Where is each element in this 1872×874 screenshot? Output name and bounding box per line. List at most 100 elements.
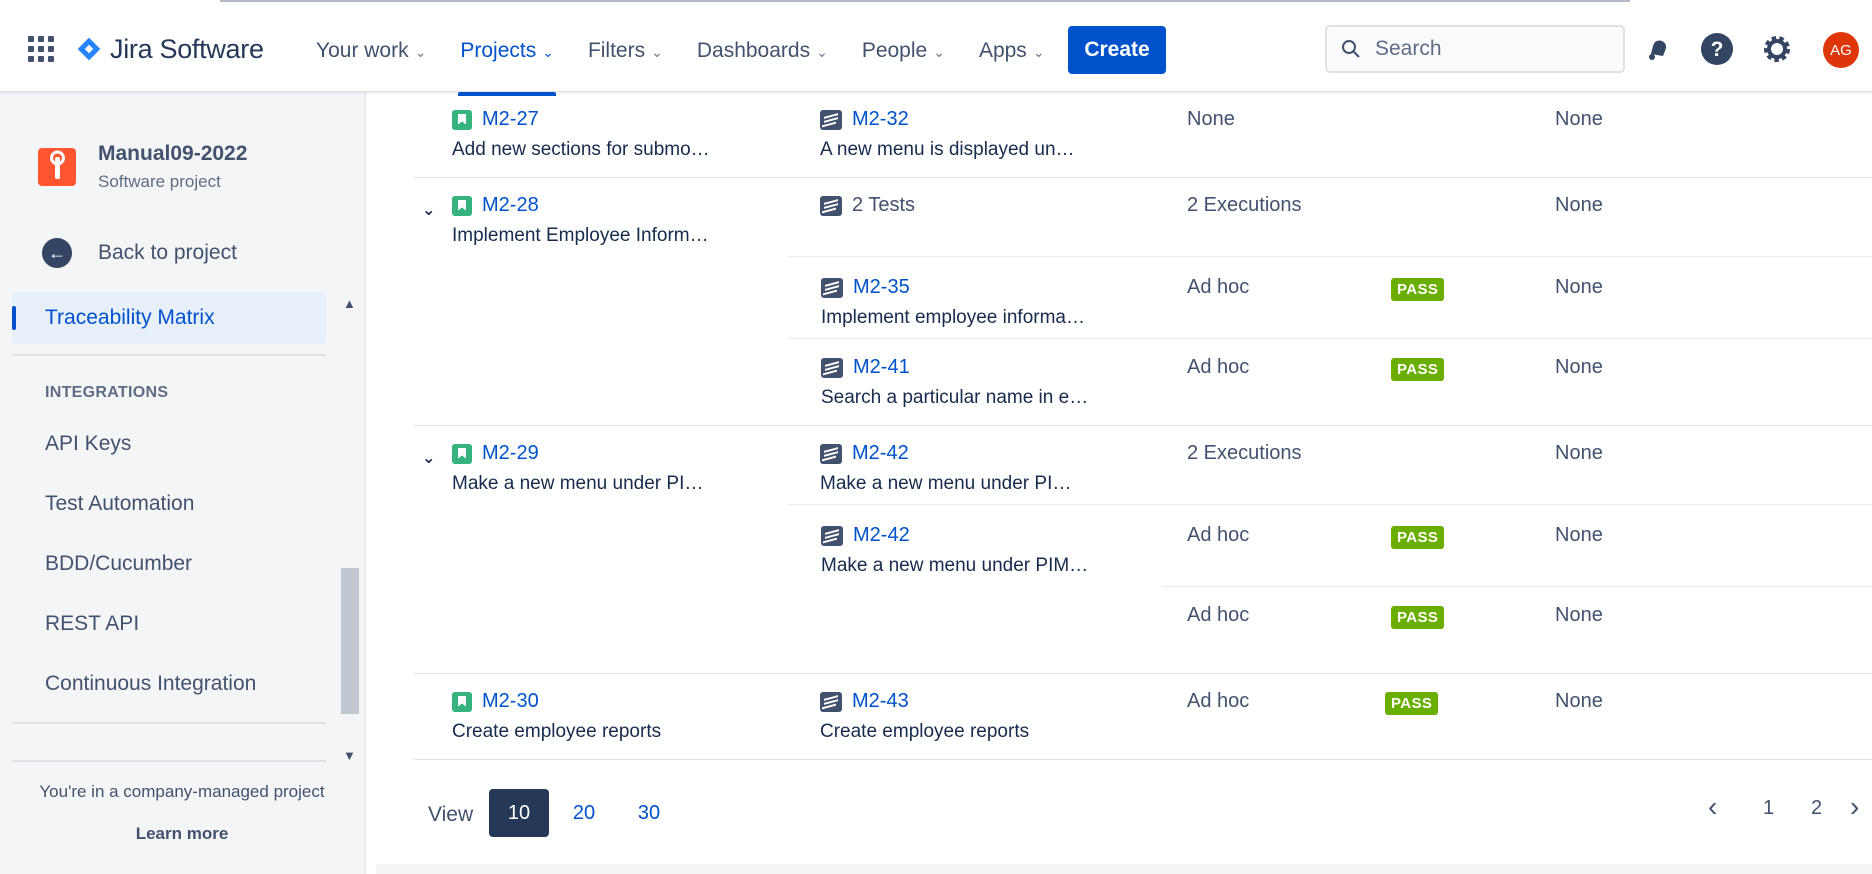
sidebar-item-test-automation[interactable]: Test Automation: [12, 478, 326, 530]
divider: [788, 256, 1872, 257]
test-key: M2-35: [853, 276, 910, 298]
svg-text:?: ?: [1711, 38, 1724, 61]
test-key-link[interactable]: M2-32: [820, 108, 1110, 131]
requirement-cell: M2-30 Create employee reports: [452, 690, 742, 743]
status-badge[interactable]: PASS: [1391, 358, 1445, 381]
app-switcher-icon[interactable]: [28, 36, 62, 62]
divider: [788, 504, 1872, 505]
test-key-link[interactable]: M2-43: [820, 690, 1110, 713]
create-button[interactable]: Create: [1068, 26, 1166, 74]
next-page-icon[interactable]: ›: [1850, 791, 1859, 823]
nav-projects[interactable]: Projects ⌄: [454, 19, 560, 96]
page-size-10[interactable]: 10: [489, 789, 549, 837]
nav-people[interactable]: People ⌄: [856, 19, 951, 83]
test-key-link[interactable]: M2-35: [821, 276, 1111, 299]
back-label: Back to project: [98, 241, 237, 264]
status-badge[interactable]: PASS: [1391, 278, 1445, 301]
test-cell: M2-35 Implement employee informa…: [821, 276, 1111, 329]
test-cell: M2-32 A new menu is displayed un…: [820, 108, 1110, 161]
notifications-icon[interactable]: [1640, 31, 1676, 67]
traceability-matrix: M2-27 Add new sections for submo… M2-32 …: [366, 92, 1872, 874]
test-key-link[interactable]: M2-42: [820, 442, 1110, 465]
sidebar-item-bdd-cucumber[interactable]: BDD/Cucumber: [12, 538, 326, 590]
execution-cell: Ad hoc: [1187, 524, 1250, 546]
test-cell: M2-42 Make a new menu under PIM…: [821, 524, 1111, 577]
pass-label: PASS: [1391, 278, 1445, 301]
test-summary: Search a particular name in e…: [821, 387, 1089, 408]
matrix-row: M2-30 Create employee reports M2-43 Crea…: [414, 674, 1872, 760]
defects-cell: None: [1555, 524, 1603, 546]
requirement-key-link[interactable]: M2-27: [452, 108, 742, 131]
project-name: Manual09-2022: [98, 142, 248, 165]
test-key-link[interactable]: M2-42: [821, 524, 1111, 547]
requirement-key-link[interactable]: M2-28: [452, 194, 742, 217]
requirement-key-link[interactable]: M2-30: [452, 690, 742, 713]
search-input[interactable]: [1375, 37, 1595, 61]
pagination-bar: View 10 20 30 ‹ 1 2 ›: [366, 789, 1872, 845]
scroll-up-icon[interactable]: ▲: [343, 296, 356, 311]
help-icon[interactable]: ?: [1699, 31, 1735, 67]
execution-cell: Ad hoc: [1187, 276, 1250, 298]
test-cell: M2-43 Create employee reports: [820, 690, 1110, 743]
story-icon: [452, 691, 472, 712]
sidebar-item-api-keys[interactable]: API Keys: [12, 418, 326, 470]
divider: [788, 338, 1872, 339]
search-box[interactable]: [1325, 25, 1625, 73]
defects-cell: None: [1555, 356, 1603, 378]
execution-cell: Ad hoc: [1187, 604, 1250, 626]
divider: [1162, 586, 1872, 587]
previous-page-icon[interactable]: ‹: [1708, 791, 1717, 823]
sidebar-item-traceability-matrix[interactable]: Traceability Matrix: [12, 292, 326, 344]
requirement-key-link[interactable]: M2-29: [452, 442, 742, 465]
learn-more-link[interactable]: Learn more: [0, 824, 364, 844]
requirement-key: M2-27: [482, 108, 539, 130]
status-badge[interactable]: PASS: [1391, 606, 1445, 629]
executions-count: 2 Executions: [1187, 194, 1302, 216]
project-header[interactable]: Manual09-2022 Software project: [38, 142, 247, 192]
test-icon: [820, 195, 842, 216]
page-1-link[interactable]: 1: [1763, 797, 1774, 820]
defects-cell: None: [1555, 108, 1603, 130]
jira-logo[interactable]: Jira Software: [76, 31, 264, 67]
test-icon: [820, 109, 842, 130]
requirement-cell: M2-27 Add new sections for submo…: [452, 108, 742, 161]
project-icon: [38, 148, 76, 186]
defects-cell: None: [1555, 276, 1603, 298]
settings-gear-icon[interactable]: [1759, 31, 1795, 67]
horizontal-scrollbar[interactable]: [376, 864, 1872, 874]
main-nav: Your work ⌄ Projects ⌄ Filters ⌄ Dashboards…: [310, 26, 1073, 96]
nav-dashboards[interactable]: Dashboards ⌄: [691, 19, 834, 83]
test-summary: Make a new menu under PIM…: [821, 555, 1089, 576]
matrix-row: ⌄ M2-29 Make a new menu under PI… M2-42 …: [414, 426, 1872, 674]
page-size-30[interactable]: 30: [619, 789, 679, 837]
defects-cell: None: [1555, 442, 1603, 464]
test-key-link[interactable]: M2-41: [821, 356, 1111, 379]
status-badge[interactable]: PASS: [1385, 692, 1439, 715]
page-size-20[interactable]: 20: [554, 789, 614, 837]
requirement-summary: Make a new menu under PI…: [452, 473, 704, 494]
footer-message: You're in a company-managed project: [39, 782, 325, 801]
page-2-link[interactable]: 2: [1811, 797, 1822, 820]
nav-your-work[interactable]: Your work ⌄: [310, 19, 432, 83]
arrow-left-icon: ←: [42, 238, 72, 268]
user-avatar[interactable]: AG: [1823, 32, 1859, 68]
scroll-down-icon[interactable]: ▼: [343, 748, 356, 763]
sidebar-item-rest-api[interactable]: REST API: [12, 598, 326, 650]
test-summary: Implement employee informa…: [821, 307, 1085, 328]
chevron-down-icon: ⌄: [414, 43, 427, 60]
status-badge[interactable]: PASS: [1391, 526, 1445, 549]
story-icon: [452, 443, 472, 464]
back-to-project-link[interactable]: ← Back to project: [42, 238, 237, 268]
requirement-cell: M2-29 Make a new menu under PI…: [452, 442, 742, 495]
execution-cell: Ad hoc: [1187, 356, 1250, 378]
nav-filters[interactable]: Filters ⌄: [582, 19, 669, 83]
test-icon: [821, 525, 843, 546]
requirement-summary: Implement Employee Inform…: [452, 225, 709, 246]
pass-label: PASS: [1391, 606, 1445, 629]
loading-bar: [220, 0, 1630, 2]
chevron-down-icon[interactable]: ⌄: [422, 200, 435, 220]
nav-apps[interactable]: Apps ⌄: [973, 19, 1051, 83]
scrollbar-thumb[interactable]: [341, 568, 359, 714]
chevron-down-icon[interactable]: ⌄: [422, 448, 435, 468]
sidebar-item-continuous-integration[interactable]: Continuous Integration: [12, 658, 326, 710]
